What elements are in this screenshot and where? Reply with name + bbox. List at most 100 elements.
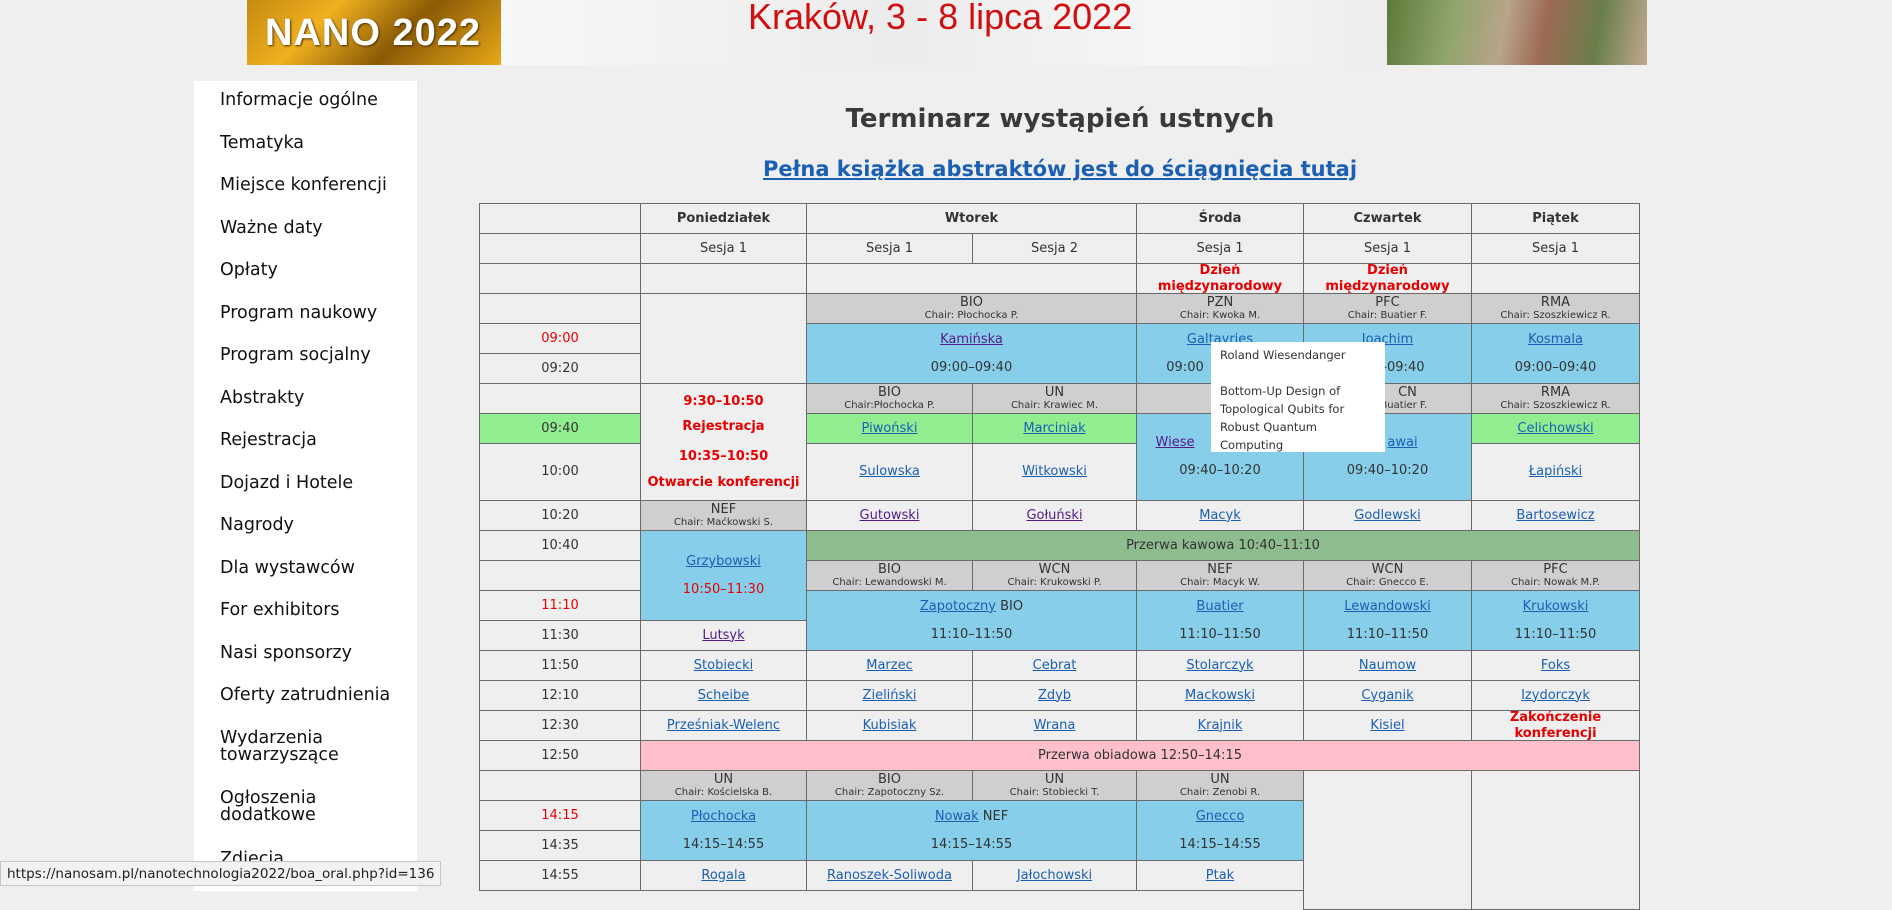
session-code: BIO [878, 771, 901, 787]
reg-time: 9:30–10:50 [683, 393, 764, 409]
time-cell: 12:30 [479, 710, 641, 741]
talk-time: 09:40–10:20 [1179, 463, 1261, 478]
speaker-link[interactable]: Krajnik [1198, 718, 1243, 734]
conference-end: Zakończenie konferencji [1471, 710, 1640, 741]
session-code: UN [713, 771, 734, 787]
session-header: NEF Chair: Macyk W. [1136, 560, 1304, 591]
talk-block: Płochocka 14:15–14:55 [640, 800, 807, 861]
speaker-link[interactable]: Celichowski [1517, 421, 1593, 437]
speaker-link[interactable]: Marzec [866, 658, 913, 674]
speaker-link[interactable]: Stobiecki [694, 658, 753, 674]
session-code: UN [1210, 771, 1230, 787]
speaker-link[interactable]: Witkowski [1022, 464, 1087, 480]
logo-text: NANO 2022 [265, 12, 481, 54]
day-header-thu: Czwartek [1303, 203, 1472, 234]
talk-cell: Marciniak [972, 413, 1137, 444]
speaker-link[interactable]: Piwoński [862, 421, 918, 437]
time-cell: 11:10 [479, 590, 641, 621]
talk-cell: Gutowski [806, 500, 973, 531]
sidebar-item-informacje[interactable]: Informacje ogólne [220, 91, 410, 109]
speaker-link[interactable]: Zdyb [1038, 688, 1071, 704]
sidebar-item-for-exhibitors[interactable]: For exhibitors [220, 601, 410, 619]
speaker-link[interactable]: Sulowska [859, 464, 920, 480]
speaker-link[interactable]: Gnecco [1196, 809, 1245, 825]
sidebar-item-dla-wystawcow[interactable]: Dla wystawców [220, 559, 410, 577]
time-cell: 10:20 [479, 500, 641, 531]
speaker-link[interactable]: Łapiński [1529, 464, 1582, 480]
speaker-link[interactable]: Jałochowski [1017, 868, 1092, 884]
talk-time: 11:10–11:50 [1179, 626, 1261, 642]
talk-cell: Sulowska [806, 443, 973, 501]
sidebar-item-program-naukowy[interactable]: Program naukowy [220, 304, 410, 322]
speaker-link[interactable]: Nowak [935, 809, 979, 824]
sidebar-item-miejsce[interactable]: Miejsce konferencji [220, 176, 410, 194]
speaker-link[interactable]: Lutsyk [702, 628, 744, 644]
krakow-photo [1387, 0, 1647, 65]
sidebar-item-oplaty[interactable]: Opłaty [220, 261, 410, 279]
speaker-link[interactable]: Ptak [1206, 868, 1234, 884]
speaker-link[interactable]: Kosmala [1528, 332, 1583, 348]
sidebar-item-wazne-daty[interactable]: Ważne daty [220, 219, 410, 237]
speaker-link[interactable]: Wiese [1156, 435, 1195, 451]
speaker-link[interactable]: Stolarczyk [1186, 658, 1253, 674]
speaker-link[interactable]: Płochocka [691, 809, 756, 825]
speaker-link[interactable]: Godlewski [1354, 508, 1420, 524]
speaker-link[interactable]: Kisiel [1370, 718, 1404, 734]
sidebar-item-sponsorzy[interactable]: Nasi sponsorzy [220, 644, 410, 662]
speaker-link[interactable]: Kubisiak [863, 718, 917, 734]
time-cell: 09:40 [479, 413, 641, 444]
speaker-link[interactable]: Gołuński [1026, 508, 1082, 524]
speaker-link[interactable]: Gutowski [860, 508, 920, 524]
talk-cell: Stolarczyk [1136, 650, 1304, 681]
speaker-link[interactable]: Prześniak-Welenc [667, 718, 780, 734]
speaker-link[interactable]: Mackowski [1185, 688, 1255, 704]
speaker-link[interactable]: Naumow [1359, 658, 1416, 674]
sidebar-item-wydarzenia[interactable]: Wydarzenia towarzyszące [220, 729, 410, 764]
intl-day-label: Dzień międzynarodowy [1136, 263, 1304, 294]
speaker-link[interactable]: Buatier [1196, 599, 1243, 615]
empty-cell [479, 233, 641, 264]
speaker-link[interactable]: Ranoszek-Soliwoda [827, 868, 952, 884]
empty-cell [479, 383, 641, 414]
session-header: BIO Chair: Płochocka P. [806, 293, 1137, 324]
speaker-link[interactable]: Izydorczyk [1521, 688, 1590, 704]
speaker-link[interactable]: Macyk [1199, 508, 1241, 524]
sidebar-item-rejestracja[interactable]: Rejestracja [220, 431, 410, 449]
speaker-link[interactable]: Foks [1541, 658, 1570, 674]
speaker-link[interactable]: Rogala [701, 868, 745, 884]
abstract-book-link[interactable]: Pełna książka abstraktów jest do ściągni… [480, 157, 1640, 181]
talk-cell: Mackowski [1136, 680, 1304, 711]
empty-cell [479, 293, 641, 324]
speaker-link[interactable]: Cebrat [1033, 658, 1077, 674]
sidebar-item-oferty[interactable]: Oferty zatrudnienia [220, 686, 410, 704]
speaker-link[interactable]: Kamińska [940, 332, 1003, 348]
speaker-link[interactable]: Krukowski [1523, 599, 1589, 615]
speaker-link[interactable]: Bartosewicz [1516, 508, 1594, 524]
page-title: Terminarz wystąpień ustnych [845, 104, 1275, 134]
speaker-link[interactable]: Lewandowski [1344, 599, 1431, 615]
sidebar-item-dojazd[interactable]: Dojazd i Hotele [220, 474, 410, 492]
speaker-link[interactable]: Grzybowski [686, 554, 761, 570]
tooltip-title: Bottom-Up Design of Topological Qubits f… [1220, 384, 1345, 452]
sidebar-item-nagrody[interactable]: Nagrody [220, 516, 410, 534]
talk-cell: Jałochowski [972, 860, 1137, 891]
session-header: NEF Chair: Maćkowski S. [640, 500, 807, 531]
speaker-link[interactable]: awai [1387, 435, 1417, 451]
speaker-link[interactable]: Zapotoczny [920, 599, 996, 614]
opening-label: Otwarcie konferencji [647, 474, 800, 490]
speaker-link[interactable]: Zieliński [863, 688, 917, 704]
sidebar-item-ogloszenia[interactable]: Ogłoszenia dodatkowe [220, 789, 410, 824]
talk-cell: Kubisiak [806, 710, 973, 741]
speaker-link[interactable]: Scheibe [698, 688, 750, 704]
talk-block: Kamińska 09:00–09:40 [806, 323, 1137, 384]
speaker-link[interactable]: Wrana [1034, 718, 1076, 734]
sidebar-item-tematyka[interactable]: Tematyka [220, 134, 410, 152]
sidebar-item-program-socjalny[interactable]: Program socjalny [220, 346, 410, 364]
speaker-link[interactable]: Marciniak [1023, 421, 1085, 437]
talk-cell: Cebrat [972, 650, 1137, 681]
session-code: NEF [710, 501, 737, 517]
speaker-link[interactable]: Cyganik [1361, 688, 1413, 704]
session-code: WCN [1038, 561, 1071, 577]
sidebar-item-abstrakty[interactable]: Abstrakty [220, 389, 410, 407]
tooltip-author: Roland Wiesendanger [1220, 348, 1346, 362]
